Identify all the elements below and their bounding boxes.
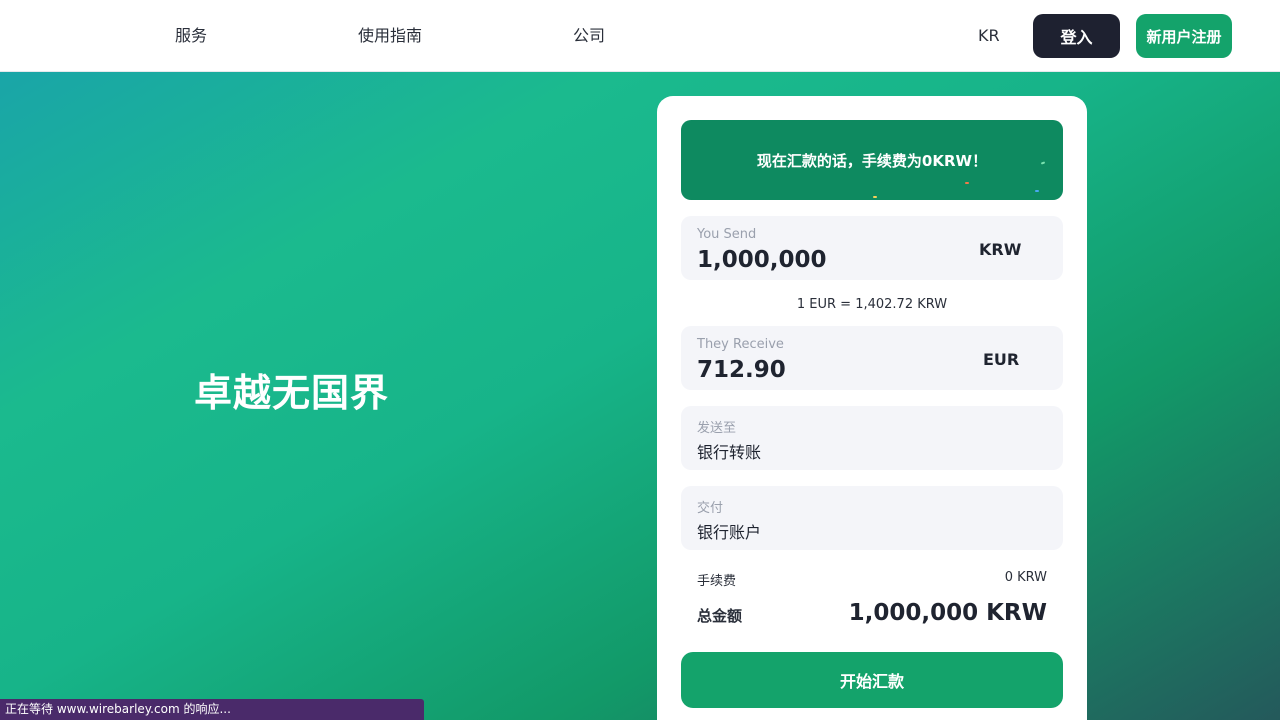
exchange-rate: 1 EUR = 1,402.72 KRW — [796, 297, 948, 312]
promo-text: 现在汇款的话，手续费为0KRW！ — [756, 151, 988, 170]
start-transfer-button[interactable]: 开始汇款 — [681, 652, 1063, 708]
total-label: 总金额 — [697, 607, 743, 625]
hero-banner — [0, 72, 1280, 720]
confetti-piece — [1040, 161, 1046, 165]
send-label: You Send — [697, 227, 757, 242]
nav-link-company[interactable]: 公司 — [573, 24, 605, 48]
fee-value: 0 KRW — [1004, 570, 1047, 585]
confetti-piece — [873, 196, 877, 198]
send-to-label: 发送至 — [697, 421, 737, 436]
delivery-field[interactable]: 交付 银行账户 — [681, 486, 1063, 550]
browser-status-bar: 正在等待 www.wirebarley.com 的响应... — [0, 699, 424, 720]
signup-button[interactable]: 新用户注册 — [1136, 14, 1232, 58]
send-amount-field[interactable]: You Send 1,000,000 KRW — [681, 216, 1063, 280]
receive-currency-selector[interactable]: EUR — [983, 350, 1019, 369]
confetti-piece — [1035, 190, 1039, 192]
receive-amount-field[interactable]: They Receive 712.90 EUR — [681, 326, 1063, 390]
receive-label: They Receive — [697, 337, 784, 352]
nav-link-services[interactable]: 服务 — [175, 24, 207, 48]
hero-title: 卓越无国界 — [194, 371, 390, 415]
nav-link-guide[interactable]: 使用指南 — [358, 24, 422, 48]
delivery-value: 银行账户 — [697, 523, 762, 542]
confetti-piece — [965, 182, 969, 184]
top-navbar: 服务 使用指南 公司 KR 登入 新用户注册 — [0, 0, 1280, 72]
total-value: 1,000,000 KRW — [848, 600, 1047, 626]
language-selector[interactable]: KR — [978, 24, 1000, 48]
receive-amount-input[interactable]: 712.90 — [697, 357, 786, 383]
fee-label: 手续费 — [697, 574, 737, 589]
login-button[interactable]: 登入 — [1033, 14, 1120, 58]
send-to-field[interactable]: 发送至 银行转账 — [681, 406, 1063, 470]
send-to-value: 银行转账 — [697, 443, 762, 462]
send-amount-input[interactable]: 1,000,000 — [697, 247, 827, 273]
send-currency-selector[interactable]: KRW — [979, 240, 1021, 259]
delivery-label: 交付 — [697, 501, 724, 516]
promo-banner: 现在汇款的话，手续费为0KRW！ — [681, 120, 1063, 200]
